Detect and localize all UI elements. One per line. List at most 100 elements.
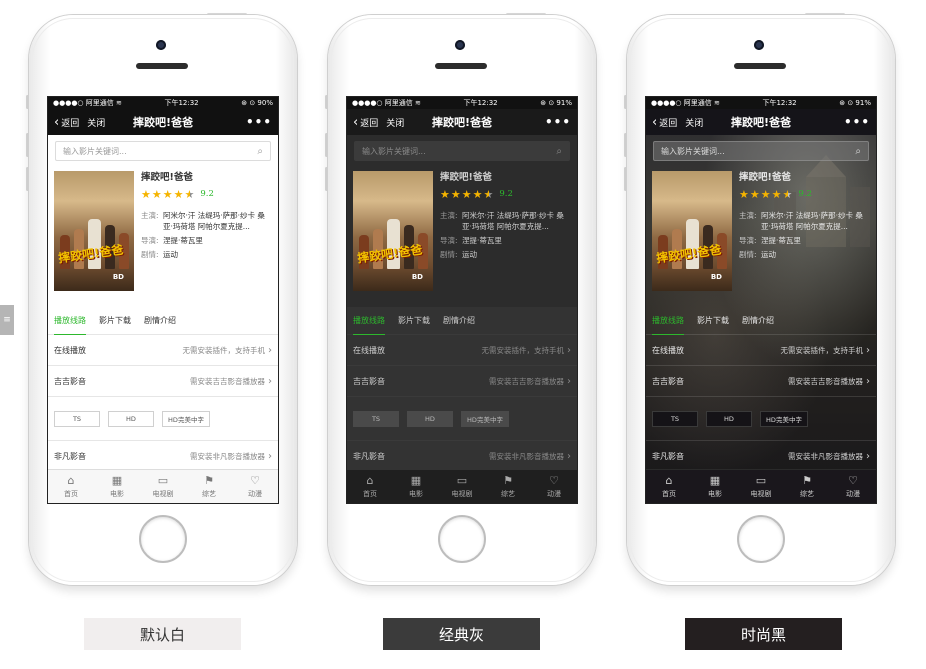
tab-plot[interactable]: 剧情介绍 bbox=[742, 307, 774, 335]
movie-poster[interactable]: 摔跤吧!爸爸 BD bbox=[54, 171, 134, 291]
tabbar-item[interactable]: ♡ 动漫 bbox=[232, 474, 278, 499]
tabbar-item[interactable]: ♡ 动漫 bbox=[830, 474, 876, 499]
quality-chip[interactable]: HD bbox=[706, 410, 752, 427]
play-line-row[interactable]: 吉吉影音 需安装吉吉影音播放器 › bbox=[48, 366, 278, 397]
more-menu-button[interactable]: ••• bbox=[545, 115, 571, 129]
cast-label: 主演: bbox=[141, 211, 159, 220]
tv-icon: ▭ bbox=[456, 473, 468, 487]
tab-plot[interactable]: 剧情介绍 bbox=[144, 307, 176, 335]
quality-chip[interactable]: HD完美中字 bbox=[162, 410, 210, 427]
quality-chip[interactable]: TS bbox=[652, 410, 698, 427]
more-menu-button[interactable]: ••• bbox=[246, 115, 272, 129]
tab-download[interactable]: 影片下载 bbox=[697, 307, 729, 335]
tabbar-item[interactable]: ▦ 电影 bbox=[94, 473, 140, 499]
tabbar-item[interactable]: ⌂ 首页 bbox=[48, 474, 94, 499]
back-button[interactable]: ‹ 返回 bbox=[652, 116, 677, 129]
caption-gray[interactable]: 经典灰 bbox=[383, 618, 540, 650]
play-line-row[interactable]: 在线播放 无需安装插件，支持手机 › bbox=[646, 335, 876, 366]
tabbar-item[interactable]: ▦ 电影 bbox=[393, 474, 439, 499]
close-button[interactable]: 关闭 bbox=[386, 116, 404, 129]
quality-chip[interactable]: TS bbox=[54, 410, 100, 427]
search-box[interactable]: 输入影片关键词... ⌕ bbox=[653, 141, 869, 161]
poster-badge: BD bbox=[710, 273, 722, 281]
movie-card: 摔跤吧!爸爸 BD 摔跤吧!爸爸 ★ ★ ★ ★ ★ 9.2 主演: 阿米尔·汗 法缇玛… bbox=[646, 167, 876, 307]
search-input[interactable]: 输入影片关键词... bbox=[63, 146, 127, 157]
close-button[interactable]: 关闭 bbox=[87, 116, 105, 129]
tabbar-label: 动漫 bbox=[547, 489, 561, 498]
back-label: 返回 bbox=[61, 118, 80, 129]
play-line-row[interactable]: 非凡影音 需安装非凡影音播放器 › bbox=[646, 441, 876, 472]
search-icon[interactable]: ⌕ bbox=[855, 146, 861, 157]
tabbar-label: 电视剧 bbox=[750, 489, 772, 498]
home-button[interactable] bbox=[737, 515, 785, 563]
tv-icon: ▭ bbox=[755, 473, 767, 487]
side-tab[interactable]: ≡ bbox=[0, 305, 14, 335]
search-icon[interactable]: ⌕ bbox=[257, 146, 263, 157]
quality-chip[interactable]: TS bbox=[353, 410, 399, 427]
quality-chip[interactable]: HD bbox=[407, 410, 453, 427]
play-line-row[interactable]: 非凡影音 需安装非凡影音播放器 › bbox=[48, 441, 278, 472]
tabbar-item[interactable]: ⌂ 首页 bbox=[646, 474, 692, 499]
tab-lines[interactable]: 播放线路 bbox=[652, 307, 684, 335]
search-input[interactable]: 输入影片关键词... bbox=[661, 146, 725, 157]
caption-white[interactable]: 默认白 bbox=[84, 618, 241, 650]
play-line-row[interactable]: 吉吉影音 需安装吉吉影音播放器 › bbox=[347, 366, 577, 397]
quality-chip[interactable]: HD完美中字 bbox=[760, 410, 808, 427]
play-line-note: 无需安装插件，支持手机 bbox=[182, 345, 266, 355]
director-value: 涅提·蒂瓦里 bbox=[163, 236, 203, 245]
play-line-row[interactable]: 吉吉影音 需安装吉吉影音播放器 › bbox=[646, 366, 876, 397]
caption-black[interactable]: 时尚黑 bbox=[685, 618, 842, 650]
director-row: 导演: 涅提·蒂瓦里 bbox=[739, 235, 870, 246]
tabbar-item[interactable]: ♡ 动漫 bbox=[531, 474, 577, 499]
rating-star-icon: ★ bbox=[760, 188, 771, 201]
tab-lines[interactable]: 播放线路 bbox=[353, 307, 385, 335]
home-button[interactable] bbox=[438, 515, 486, 563]
movie-poster[interactable]: 摔跤吧!爸爸 BD bbox=[353, 171, 433, 291]
tabbar-item[interactable]: ⚑ 综艺 bbox=[784, 474, 830, 499]
close-button[interactable]: 关闭 bbox=[685, 116, 703, 129]
poster-badge: BD bbox=[112, 273, 124, 281]
tabbar-label: 电影 bbox=[708, 489, 722, 498]
screen: ●●●●○ 阿里通信 ≋ 下午12:32 ⊛ ⊙ 91% ‹ 返回 关闭 摔跤吧… bbox=[346, 96, 578, 504]
play-line-row[interactable]: 在线播放 无需安装插件，支持手机 › bbox=[347, 335, 577, 366]
tabbar-item[interactable]: ⚑ 综艺 bbox=[485, 474, 531, 499]
more-menu-button[interactable]: ••• bbox=[844, 115, 870, 129]
back-button[interactable]: ‹ 返回 bbox=[54, 116, 79, 129]
search-input[interactable]: 输入影片关键词... bbox=[362, 146, 426, 157]
quality-chip[interactable]: HD bbox=[108, 410, 154, 427]
play-line-note: 无需安装插件，支持手机 bbox=[780, 345, 864, 355]
search-box[interactable]: 输入影片关键词... ⌕ bbox=[55, 141, 271, 161]
tab-lines[interactable]: 播放线路 bbox=[54, 307, 86, 335]
chevron-left-icon: ‹ bbox=[54, 114, 60, 130]
tabbar-item[interactable]: ▭ 电视剧 bbox=[439, 473, 485, 499]
tab-download[interactable]: 影片下载 bbox=[398, 307, 430, 335]
poster-badge: BD bbox=[411, 273, 423, 281]
play-line-row[interactable]: 非凡影音 需安装非凡影音播放器 › bbox=[347, 441, 577, 472]
home-button[interactable] bbox=[139, 515, 187, 563]
tabbar-label: 首页 bbox=[64, 489, 78, 498]
rating-score: 9.2 bbox=[499, 189, 513, 199]
search-icon[interactable]: ⌕ bbox=[556, 146, 562, 157]
cast-row: 主演: 阿米尔·汗 法缇玛·萨那·纱卡 桑亚·玛荷塔 阿帕尔夏克提... bbox=[739, 210, 870, 232]
tabbar-item[interactable]: ▭ 电视剧 bbox=[140, 474, 186, 499]
carrier-signal: ●●●●○ 阿里通信 ≋ bbox=[53, 99, 122, 107]
movie-poster[interactable]: 摔跤吧!爸爸 BD bbox=[652, 171, 732, 291]
tab-plot[interactable]: 剧情介绍 bbox=[443, 307, 475, 335]
tab-download[interactable]: 影片下载 bbox=[99, 307, 131, 335]
status-time: 下午12:32 bbox=[762, 99, 797, 107]
screen: ●●●●○ 阿里通信 ≋ 下午12:32 ⊛ ⊙ 91% ‹ 返回 关闭 摔跤吧… bbox=[645, 96, 877, 504]
chevron-right-icon: › bbox=[268, 450, 272, 462]
tabbar-item[interactable]: ▦ 电影 bbox=[692, 474, 738, 499]
cast-value: 阿米尔·汗 法缇玛·萨那·纱卡 桑亚·玛荷塔 阿帕尔夏克提... bbox=[163, 211, 265, 231]
quality-chip[interactable]: HD完美中字 bbox=[461, 410, 509, 427]
chevron-right-icon: › bbox=[567, 375, 571, 387]
tabbar-item[interactable]: ⚑ 综艺 bbox=[186, 474, 232, 499]
back-button[interactable]: ‹ 返回 bbox=[353, 116, 378, 129]
tabbar-item[interactable]: ▭ 电视剧 bbox=[738, 473, 784, 499]
film-icon: ▦ bbox=[111, 473, 123, 487]
home-icon: ⌂ bbox=[366, 473, 374, 487]
tabbar-item[interactable]: ⌂ 首页 bbox=[347, 473, 393, 499]
play-line-row[interactable]: 在线播放 无需安装插件，支持手机 › bbox=[48, 335, 278, 366]
chevron-right-icon: › bbox=[567, 344, 571, 356]
search-box[interactable]: 输入影片关键词... ⌕ bbox=[354, 141, 570, 161]
